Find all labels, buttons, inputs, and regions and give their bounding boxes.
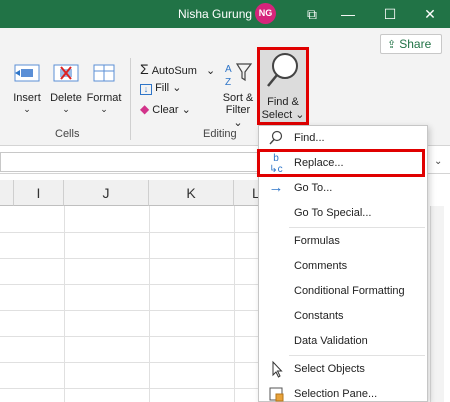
sort-filter-label-line2: Filter ⌄ — [225, 104, 251, 129]
sort-filter-button[interactable]: A Z Sort & Filter ⌄ — [220, 60, 256, 129]
minimize-button[interactable]: — — [328, 0, 368, 28]
column-header-i[interactable]: I — [14, 180, 64, 206]
insert-button[interactable]: Insert ⌄ — [6, 62, 48, 115]
format-cells-icon — [93, 64, 115, 82]
grid-line — [0, 362, 262, 363]
chevron-down-icon: ⌄ — [206, 65, 216, 77]
sort-filter-label-line1: Sort & — [222, 92, 254, 104]
chevron-down-icon: ⌄ — [100, 104, 108, 114]
expand-formula-bar-icon[interactable]: ⌄ — [434, 156, 442, 167]
grid-line — [0, 232, 262, 233]
delete-label: Delete — [50, 92, 82, 104]
ribbon-display-options-icon[interactable]: ⧉ — [292, 0, 332, 28]
chevron-down-icon: ⌄ — [172, 82, 182, 94]
selection-pane-icon — [267, 382, 285, 402]
menu-item-data-validation[interactable]: Data Validation — [259, 329, 427, 353]
grid-line — [0, 336, 262, 337]
grid-line — [149, 206, 150, 402]
format-label: Format — [86, 92, 122, 104]
share-button[interactable]: ⇪ Share — [380, 34, 442, 54]
fill-down-icon: ↓ — [140, 84, 152, 95]
menu-item-constants[interactable]: Constants — [259, 304, 427, 328]
menu-item-select-objects[interactable]: Select Objects — [259, 357, 427, 381]
column-header-partial[interactable] — [0, 180, 14, 206]
cursor-icon — [267, 357, 285, 381]
restore-button[interactable]: ☐ — [370, 0, 410, 28]
eraser-icon: ◆ — [140, 102, 150, 116]
magnifier-icon — [267, 53, 298, 87]
close-button[interactable]: ✕ — [410, 0, 450, 28]
delete-button[interactable]: Delete ⌄ — [48, 62, 84, 115]
replace-highlight — [257, 149, 425, 177]
insert-cells-icon — [14, 64, 40, 82]
menu-item-comments[interactable]: Comments — [259, 254, 427, 278]
clear-button[interactable]: ◆ Clear ⌄ — [140, 102, 191, 116]
insert-label: Insert — [13, 92, 41, 104]
menu-item-conditional-formatting[interactable]: Conditional Formatting — [259, 279, 427, 303]
magnifier-icon — [267, 126, 285, 150]
user-name[interactable]: Nisha Gurung — [178, 7, 252, 21]
arrow-right-icon: → — [268, 179, 284, 196]
menu-item-selection-pane[interactable]: Selection Pane... — [259, 382, 427, 402]
fill-button[interactable]: ↓ Fill ⌄ — [140, 81, 181, 95]
share-icon: ⇪ — [387, 39, 397, 51]
grid-line — [0, 388, 262, 389]
chevron-down-icon: ⌄ — [181, 104, 191, 116]
menu-separator — [289, 227, 425, 228]
menu-item-go-to[interactable]: → Go To... — [259, 176, 427, 200]
title-bar: Nisha Gurung NG ⧉ — ☐ ✕ — [0, 0, 450, 28]
svg-text:Z: Z — [225, 77, 231, 88]
formula-input[interactable] — [0, 152, 262, 172]
find-select-label: Find & Select ⌄ — [261, 96, 305, 121]
menu-item-go-to-special[interactable]: Go To Special... — [259, 201, 427, 225]
svg-text:A: A — [225, 64, 232, 75]
grid-line — [0, 284, 262, 285]
sigma-icon: Σ — [140, 61, 149, 77]
avatar[interactable]: NG — [255, 3, 276, 24]
menu-item-formulas[interactable]: Formulas — [259, 229, 427, 253]
cells-group-label: Cells — [55, 128, 80, 140]
grid-line — [0, 310, 262, 311]
autosum-button[interactable]: Σ AutoSum ⌄ — [140, 61, 215, 77]
format-button[interactable]: Format ⌄ — [84, 62, 124, 115]
grid-line — [234, 206, 235, 402]
column-header-k[interactable]: K — [149, 180, 234, 206]
menu-item-find[interactable]: Find... — [259, 126, 427, 150]
column-header-j[interactable]: J — [64, 180, 149, 206]
find-select-button[interactable]: Find & Select ⌄ — [257, 47, 309, 125]
editing-group-label: Editing — [203, 128, 237, 140]
chevron-down-icon: ⌄ — [62, 104, 70, 114]
chevron-down-icon: ⌄ — [23, 104, 31, 114]
grid-line — [64, 206, 65, 402]
group-divider — [130, 58, 131, 140]
grid-line — [0, 258, 262, 259]
sort-filter-icon: A Z — [225, 63, 253, 88]
delete-cells-icon — [53, 64, 79, 82]
menu-separator — [289, 355, 425, 356]
vertical-scrollbar[interactable] — [430, 206, 444, 402]
